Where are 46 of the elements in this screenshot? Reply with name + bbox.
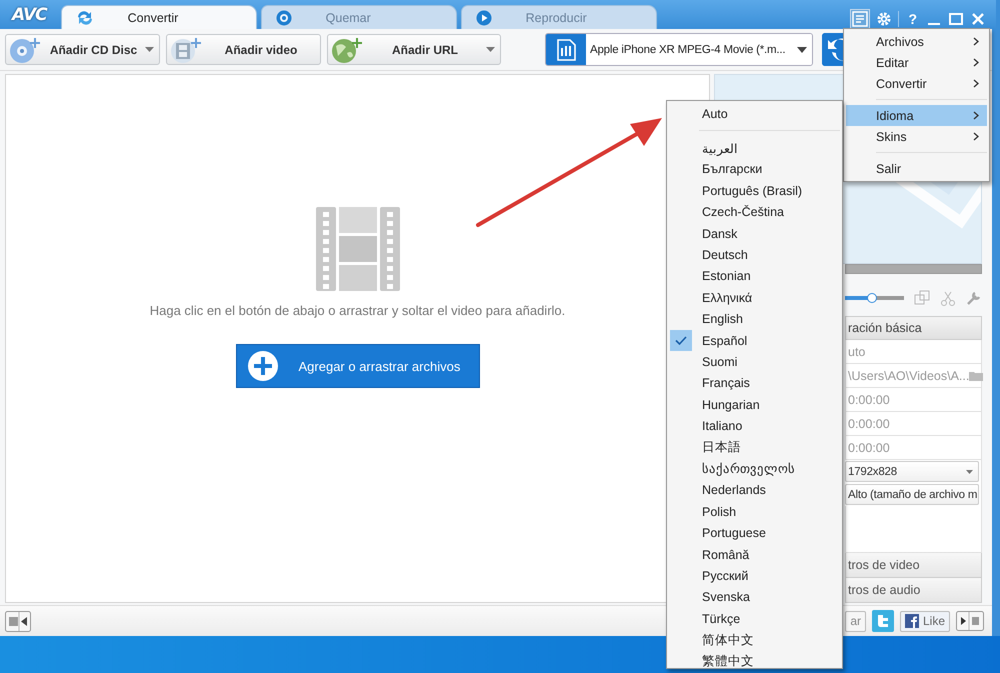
- add-files-button[interactable]: Agregar o arrastrar archivos: [236, 344, 480, 388]
- like-button[interactable]: Like: [900, 610, 950, 632]
- toolbar-button[interactable]: Añadir CD Disc: [5, 34, 160, 65]
- menu-item[interactable]: Polish: [669, 501, 840, 522]
- menu-item[interactable]: Editar: [846, 52, 987, 73]
- menu-item[interactable]: Nederlands: [669, 480, 840, 502]
- menu-item[interactable]: Français: [669, 372, 840, 394]
- menu-item[interactable]: Convertir: [846, 73, 987, 94]
- toolbar-button[interactable]: Añadir video: [166, 34, 321, 65]
- menu-item[interactable]: العربية: [669, 137, 840, 159]
- menu-item[interactable]: Български: [669, 158, 840, 180]
- menu-item[interactable]: Hungarian: [669, 394, 840, 416]
- menu-item[interactable]: Skins: [846, 126, 987, 147]
- menu-item[interactable]: Suomi: [669, 351, 840, 373]
- menu-item[interactable]: English: [669, 308, 840, 330]
- menu-item[interactable]: 日本語: [669, 436, 840, 458]
- menu-item[interactable]: Czech-Čeština: [669, 202, 840, 223]
- toolbar-button[interactable]: Añadir URL: [327, 34, 501, 65]
- section-header: ración básica: [845, 316, 982, 340]
- section-header[interactable]: tros de audio: [845, 578, 982, 603]
- menu-item[interactable]: Română: [669, 544, 840, 566]
- menu-item[interactable]: Idioma: [846, 105, 987, 126]
- menu-item[interactable]: Español: [669, 330, 840, 352]
- settings-dropdown[interactable]: 1792x828: [845, 461, 979, 482]
- menu-item[interactable]: Archivos: [846, 31, 987, 52]
- menu-item[interactable]: Русский: [669, 565, 840, 587]
- menu-item[interactable]: Deutsch: [669, 244, 840, 266]
- menu-item[interactable]: Português (Brasil): [669, 180, 840, 202]
- menu-item[interactable]: 简体中文: [669, 629, 840, 651]
- menu-item[interactable]: Türkçe: [669, 608, 840, 630]
- tab[interactable]: Convertir: [60, 5, 257, 29]
- drop-hint: Haga clic en el botón de abajo o arrastrar y soltar el video para añadirlo.: [150, 303, 566, 318]
- menu-item[interactable]: Svenska: [669, 586, 840, 608]
- menu-item[interactable]: საქართველოს: [669, 458, 840, 480]
- settings-dropdown[interactable]: Alto (tamaño de archivo m: [845, 484, 979, 505]
- menu-item[interactable]: Auto: [669, 103, 840, 124]
- app-logo: AVC: [12, 4, 47, 24]
- menu-item[interactable]: 繁體中文: [669, 650, 840, 672]
- menu-item[interactable]: Estonian: [669, 266, 840, 288]
- menu-item[interactable]: Ελληνικά: [669, 287, 840, 309]
- section-header[interactable]: tros de video: [845, 553, 982, 578]
- menu-item[interactable]: Italiano: [669, 415, 840, 437]
- profile-dropdown[interactable]: Apple iPhone XR MPEG-4 Movie (*.m...: [586, 34, 812, 65]
- menu-item[interactable]: Salir: [846, 158, 987, 179]
- menu-item[interactable]: Dansk: [669, 222, 840, 244]
- menu-item[interactable]: Portuguese: [669, 522, 840, 544]
